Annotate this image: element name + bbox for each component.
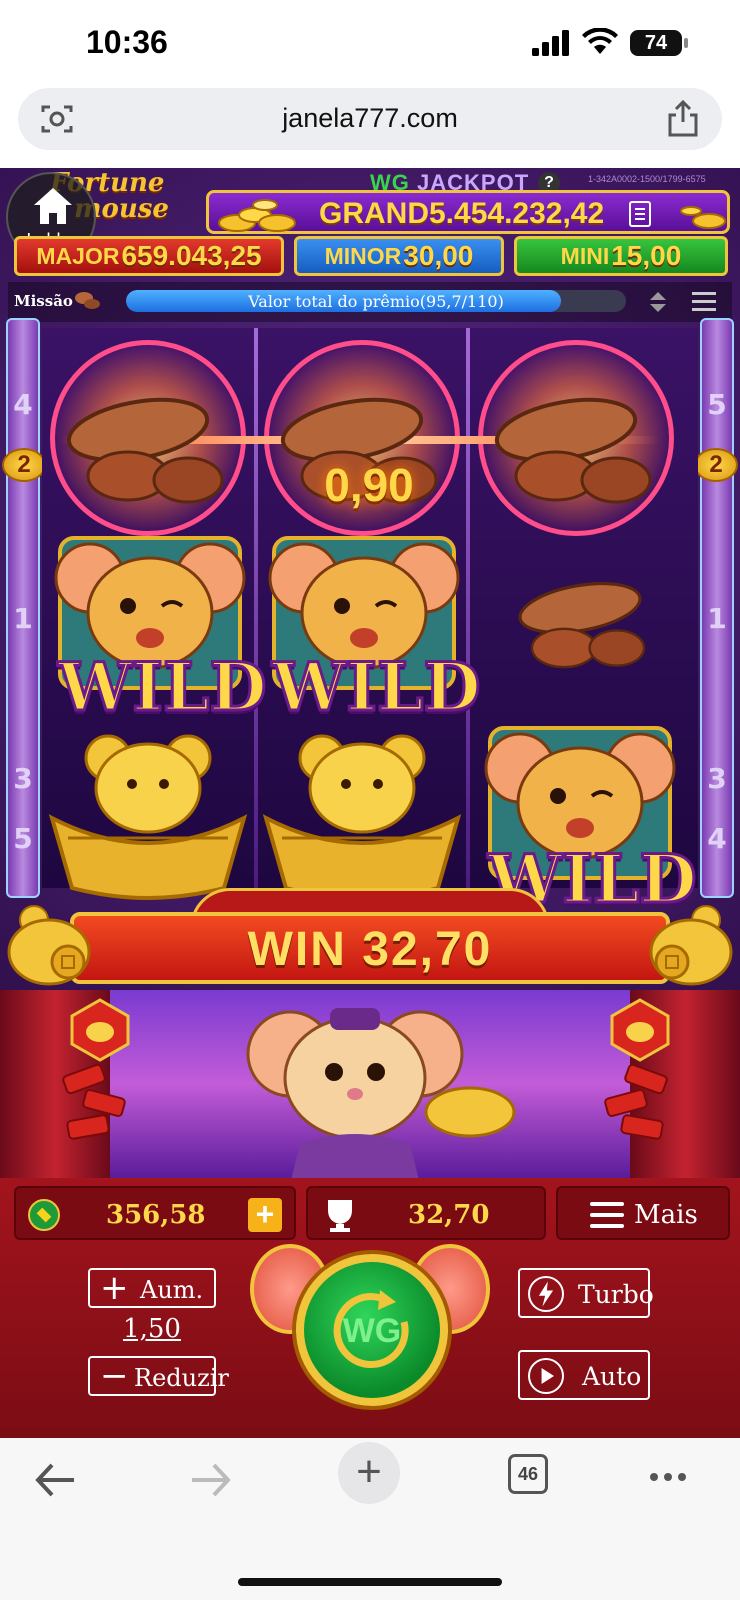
balance-pill: 356,58 + (14, 1186, 296, 1240)
mouse-mascot-icon (246, 1008, 516, 1178)
battery-tip (684, 38, 688, 48)
win-value: 32,70 (408, 1200, 490, 1230)
decrease-label: Reduzir (134, 1364, 229, 1392)
lantern-icon (70, 998, 130, 1062)
lantern-icon (610, 998, 670, 1062)
minor-label: MINOR (324, 242, 402, 269)
mission-menu-icon[interactable] (692, 292, 716, 312)
game-canvas[interactable]: Fortune mouse Lobby WG JACKPOT ? 1-342A0… (0, 168, 740, 1438)
status-time: 10:36 (86, 24, 168, 60)
decrease-bet-button[interactable]: − Reduzir (88, 1356, 229, 1396)
payline-coin: 2 (694, 448, 738, 482)
payline-number: 1 (707, 602, 727, 635)
increase-bet-button[interactable]: + Aum. (88, 1268, 216, 1308)
payline-number: 4 (707, 822, 727, 855)
forward-arrow-icon[interactable] (190, 1460, 232, 1500)
sort-arrows-icon[interactable] (648, 290, 668, 314)
home-indicator[interactable] (238, 1578, 502, 1586)
mission-progress-text: Valor total do prêmio(95,7/110) (248, 292, 504, 311)
back-arrow-icon[interactable] (34, 1460, 76, 1500)
payline-number: 1 (13, 602, 33, 635)
minus-icon: − (100, 1356, 129, 1396)
line-win-amount: 0,90 (324, 459, 414, 511)
status-bar: 10:36 74 (0, 0, 740, 86)
minor-jackpot: MINOR 30,00 (294, 236, 504, 276)
payline-number: 3 (707, 762, 727, 795)
grand-value: 5.454.232,42 (429, 197, 605, 230)
control-panel: 356,58 + 32,70 Mais + Aum. 1,50 − Reduzi… (0, 1178, 740, 1438)
jackpot-details-icon[interactable] (629, 201, 651, 227)
spin-button[interactable]: WG (296, 1254, 448, 1406)
win-total-text: WIN 32,70 (247, 923, 493, 976)
more-button[interactable]: Mais (556, 1186, 730, 1240)
payline-number: 5 (13, 822, 33, 855)
win-banner: WIN 32,70 (0, 886, 740, 996)
payline-number: 4 (13, 388, 33, 421)
increase-label: Aum. (140, 1276, 204, 1304)
grand-text: GRAND5.454.232,42 (319, 197, 604, 231)
wild-label: WILD (271, 647, 483, 728)
gold-ingot-symbol-icon (48, 734, 248, 900)
major-value: 659.043,25 (121, 240, 262, 271)
home-icon (34, 188, 72, 224)
play-icon (528, 1358, 564, 1394)
reel-divider (466, 328, 470, 888)
mascot-stage (0, 990, 740, 1178)
browser-toolbar: + 46 (0, 1438, 740, 1600)
new-tab-button[interactable]: + (338, 1442, 400, 1504)
jackpot-id: 1-342A0002-1500/1799-6575 (588, 174, 706, 184)
url-text[interactable]: janela777.com (18, 103, 722, 134)
turbo-button[interactable]: Turbo (518, 1268, 654, 1318)
plus-icon: + (100, 1268, 129, 1308)
auto-label: Auto (582, 1362, 642, 1391)
major-label: MAJOR (36, 242, 120, 269)
payline-number: 3 (13, 762, 33, 795)
minor-value: 30,00 (403, 240, 474, 271)
spin-logo: WG (342, 1312, 402, 1350)
gold-coin-icon (680, 206, 726, 229)
mission-label: Missão (14, 292, 73, 310)
grand-label: GRAND (319, 197, 429, 230)
share-icon[interactable] (666, 100, 700, 138)
cellular-signal-icon (532, 30, 569, 56)
menu-icon (590, 1202, 624, 1228)
major-jackpot: MAJOR 659.043,25 (14, 236, 284, 276)
peanut-icon (75, 292, 100, 309)
firecracker-icon (604, 1063, 668, 1140)
payline-number: 5 (707, 388, 727, 421)
balance-value: 356,58 (106, 1200, 206, 1230)
turbo-label: Turbo (578, 1280, 654, 1309)
peanut-symbol-icon (494, 397, 652, 504)
reel-divider (254, 328, 258, 888)
more-label: Mais (634, 1200, 698, 1230)
mission-progress-bar: Valor total do prêmio(95,7/110) (126, 290, 626, 312)
tabs-button[interactable]: 46 (508, 1454, 548, 1494)
mini-label: MINI (560, 242, 610, 269)
payline-coin: 2 (2, 448, 46, 482)
brazil-flag-icon (28, 1199, 60, 1231)
wild-label: WILD (57, 647, 269, 728)
bet-value[interactable]: 1,50 (88, 1314, 216, 1344)
win-pill: 32,70 (306, 1186, 546, 1240)
grand-jackpot: GRAND5.454.232,42 (206, 190, 730, 234)
peanut-symbol-icon (518, 581, 646, 669)
more-options-icon[interactable] (650, 1468, 694, 1481)
plus-icon: + (356, 1447, 382, 1496)
battery-level: 74 (630, 30, 682, 56)
mini-jackpot: MINI 15,00 (514, 236, 728, 276)
spin-area: WG (250, 1244, 490, 1424)
mini-value: 15,00 (611, 240, 682, 271)
trophy-icon (328, 1200, 352, 1232)
auto-spin-button[interactable]: Auto (518, 1350, 650, 1400)
address-bar[interactable]: janela777.com (18, 88, 722, 150)
mission-bar[interactable]: Missão Valor total do prêmio(95,7/110) (8, 282, 732, 322)
firecracker-icon (62, 1063, 126, 1140)
gold-ingot-symbol-icon (262, 734, 462, 900)
wifi-icon (582, 28, 618, 54)
balance-row: 356,58 + 32,70 Mais (14, 1186, 730, 1240)
gold-coins-icon (218, 199, 296, 232)
lightning-icon (528, 1276, 564, 1312)
deposit-plus-button[interactable]: + (248, 1198, 282, 1232)
